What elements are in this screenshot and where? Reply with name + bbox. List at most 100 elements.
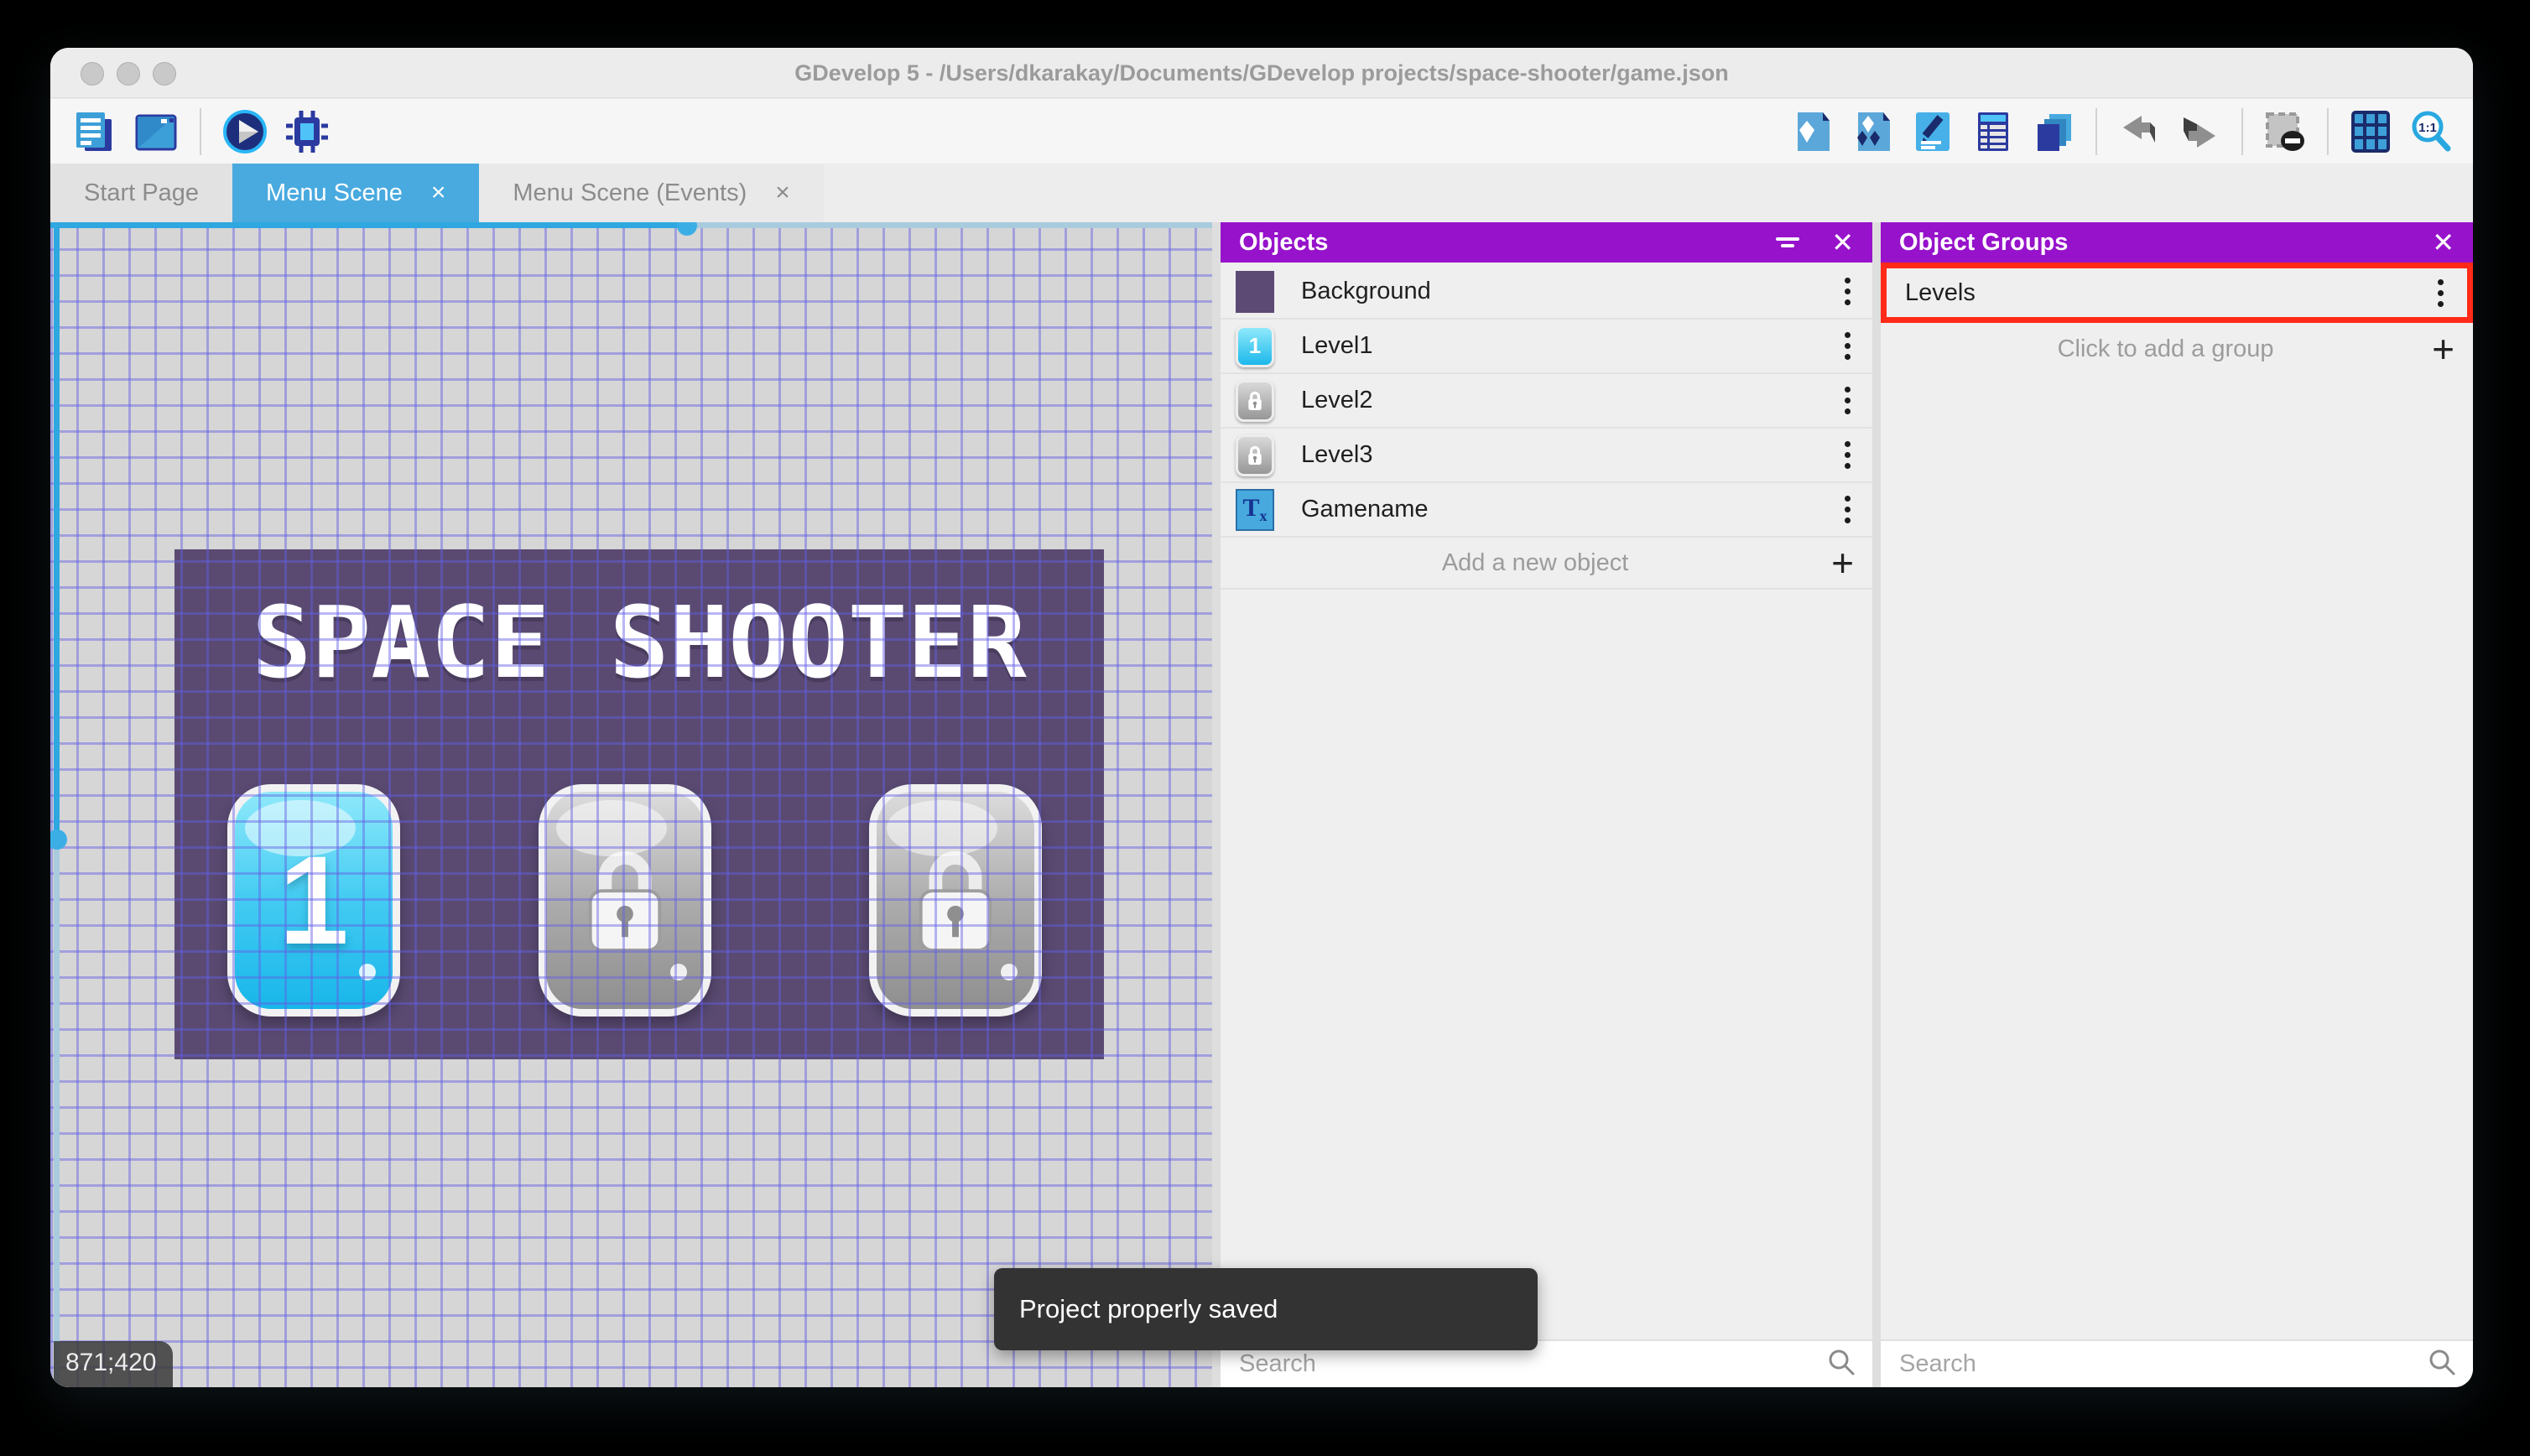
add-group-row[interactable]: Click to add a group + — [1881, 323, 2473, 375]
tab-start-page[interactable]: Start Page — [50, 164, 233, 222]
objects-panel-empty-area — [1221, 590, 1872, 1339]
project-manager-icon[interactable] — [70, 108, 117, 155]
menu-scene-background[interactable]: SPACE SHOOTER 1 — [174, 549, 1104, 1059]
close-tab-icon[interactable]: × — [431, 180, 446, 205]
level2-button[interactable] — [539, 784, 711, 1017]
toast-notification: Project properly saved — [994, 1268, 1538, 1350]
group-menu-icon[interactable] — [2433, 274, 2449, 312]
add-object-label: Add a new object — [1441, 549, 1629, 576]
window-mask-icon[interactable] — [2262, 108, 2309, 155]
level3-button[interactable] — [869, 784, 1042, 1017]
level1-number: 1 — [279, 829, 349, 970]
tab-label: Start Page — [84, 179, 200, 206]
add-object-row[interactable]: Add a new object + — [1221, 538, 1872, 590]
open-scene-icon[interactable] — [133, 108, 180, 155]
horizontal-scrollbar-thumb[interactable] — [677, 222, 697, 236]
toolbar-divider — [2241, 107, 2243, 155]
objects-panel-header: Objects ✕ — [1221, 222, 1872, 263]
objects-search-input[interactable] — [1237, 1349, 1827, 1379]
groups-panel-empty-area — [1881, 375, 2473, 1339]
level2-thumbnail — [1236, 379, 1274, 422]
tab-bar-spacer — [823, 164, 2473, 222]
object-menu-icon[interactable] — [1840, 273, 1856, 310]
object-name: Gamename — [1301, 496, 1429, 523]
content: SPACE SHOOTER 1 871;420 Objects ✕ Backgr… — [50, 222, 2473, 1387]
level1-thumbnail: 1 — [1236, 325, 1274, 367]
toolbar: 1:1 — [50, 99, 2473, 164]
background-thumbnail — [1236, 270, 1274, 313]
close-objects-panel-icon[interactable]: ✕ — [1831, 229, 1854, 256]
panel-divider[interactable] — [1212, 222, 1221, 1387]
lock-icon — [1248, 391, 1262, 410]
level3-thumbnail — [1236, 434, 1274, 476]
close-tab-icon[interactable]: × — [775, 180, 790, 205]
object-row-level3[interactable]: Level3 — [1221, 429, 1872, 483]
group-row-levels[interactable]: Levels — [1887, 268, 2467, 317]
add-group-plus-icon[interactable]: + — [2432, 330, 2455, 368]
toolbar-left — [50, 107, 331, 155]
lock-icon — [588, 850, 662, 952]
search-icon[interactable] — [1827, 1348, 1856, 1381]
object-name: Level1 — [1301, 332, 1373, 359]
debug-icon[interactable] — [284, 108, 331, 155]
undo-icon[interactable] — [2116, 108, 2163, 155]
group-name: Levels — [1905, 278, 1976, 306]
object-row-background[interactable]: Background — [1221, 265, 1872, 320]
grid-icon[interactable] — [2347, 108, 2394, 155]
groups-search-input[interactable] — [1898, 1349, 2428, 1379]
groups-panel-header: Object Groups ✕ — [1881, 222, 2473, 263]
object-row-level1[interactable]: 1 Level1 — [1221, 320, 1872, 374]
object-menu-icon[interactable] — [1840, 382, 1856, 419]
tab-label: Menu Scene — [266, 179, 403, 206]
object-name: Level3 — [1301, 441, 1373, 468]
object-row-level2[interactable]: Level2 — [1221, 374, 1872, 429]
toolbar-divider — [2095, 107, 2097, 155]
tab-label: Menu Scene (Events) — [513, 179, 747, 206]
zoom-original-icon[interactable]: 1:1 — [2408, 108, 2455, 155]
annotation-highlight-box: Levels — [1881, 263, 2473, 323]
vertical-scrollbar[interactable] — [50, 222, 67, 1387]
title-bar: GDevelop 5 - /Users/dkarakay/Documents/G… — [50, 48, 2473, 98]
close-groups-panel-icon[interactable]: ✕ — [2432, 229, 2455, 256]
layers-icon[interactable] — [2030, 108, 2077, 155]
object-row-gamename[interactable]: Tx Gamename — [1221, 483, 1872, 538]
instances-list-icon[interactable] — [1970, 108, 2017, 155]
window-title: GDevelop 5 - /Users/dkarakay/Documents/G… — [794, 60, 1729, 86]
add-object-plus-icon[interactable]: + — [1831, 543, 1854, 582]
toolbar-divider — [2327, 107, 2329, 155]
level1-button[interactable]: 1 — [227, 784, 400, 1017]
lock-icon — [919, 850, 992, 952]
svg-text:1:1: 1:1 — [2418, 121, 2437, 135]
object-groups-panel: Object Groups ✕ Levels Click to add a gr… — [1881, 222, 2473, 1387]
redo-icon[interactable] — [2176, 108, 2223, 155]
app-window: GDevelop 5 - /Users/dkarakay/Documents/G… — [50, 48, 2473, 1387]
object-name: Level2 — [1301, 387, 1373, 413]
object-name: Background — [1301, 278, 1431, 304]
tab-menu-scene[interactable]: Menu Scene × — [232, 164, 480, 222]
vertical-scrollbar-thumb[interactable] — [50, 829, 67, 850]
horizontal-scrollbar[interactable] — [50, 222, 1212, 236]
object-menu-icon[interactable] — [1840, 491, 1856, 528]
text-object-thumbnail: Tx — [1236, 488, 1274, 531]
add-group-label: Click to add a group — [2057, 335, 2274, 362]
object-groups-editor-icon[interactable] — [1849, 108, 1896, 155]
properties-icon[interactable] — [1909, 108, 1956, 155]
cursor-coordinates: 871;420 — [54, 1341, 174, 1387]
toolbar-right: 1:1 — [1788, 107, 2473, 155]
toast-message: Project properly saved — [1019, 1294, 1278, 1323]
tab-menu-scene-events[interactable]: Menu Scene (Events) × — [479, 164, 824, 222]
object-menu-icon[interactable] — [1840, 436, 1856, 474]
object-menu-icon[interactable] — [1840, 327, 1856, 365]
tab-bar: Start Page Menu Scene × Menu Scene (Even… — [50, 164, 2473, 222]
game-title-text[interactable]: SPACE SHOOTER — [174, 585, 1104, 700]
search-icon[interactable] — [2428, 1348, 2456, 1381]
play-icon[interactable] — [221, 108, 268, 155]
filter-icon[interactable] — [1776, 237, 1800, 247]
toolbar-divider — [200, 107, 201, 155]
objects-editor-icon[interactable] — [1788, 108, 1835, 155]
groups-panel-title: Object Groups — [1899, 228, 2069, 256]
lock-icon — [1248, 445, 1262, 465]
scene-canvas[interactable]: SPACE SHOOTER 1 871;420 — [50, 222, 1212, 1387]
panel-divider[interactable] — [1872, 222, 1881, 1387]
groups-search-row — [1881, 1339, 2473, 1387]
